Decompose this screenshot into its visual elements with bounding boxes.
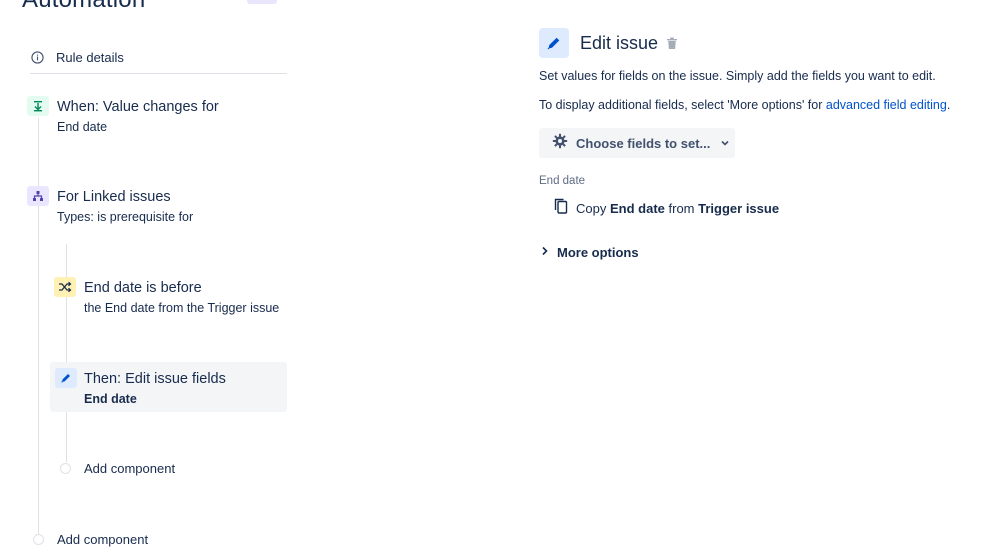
- arrow-to-bottom-icon: [27, 96, 49, 116]
- copy-icon: [554, 198, 568, 219]
- hierarchy-icon: [27, 186, 49, 206]
- add-component-inner-button[interactable]: Add component: [60, 461, 175, 476]
- trash-icon[interactable]: [666, 37, 678, 50]
- description-2-suffix: .: [946, 98, 951, 112]
- title-badge: [247, 0, 277, 4]
- from-word: from: [668, 201, 695, 216]
- copy-word: Copy: [576, 201, 607, 216]
- rule-details-item[interactable]: Rule details: [30, 42, 287, 74]
- shuffle-icon: [54, 277, 76, 297]
- editor-description-2: To display additional fields, select 'Mo…: [539, 98, 950, 112]
- more-options-toggle[interactable]: More options: [541, 243, 639, 261]
- trigger-title: When: Value changes for: [57, 99, 219, 115]
- branch-step[interactable]: For Linked issues Types: is prerequisite…: [27, 186, 287, 228]
- copy-field-name: End date: [609, 201, 665, 216]
- chevron-down-icon: [720, 138, 730, 148]
- condition-subtitle: the End date from the Trigger issue: [84, 301, 280, 315]
- gear-icon: [552, 133, 568, 154]
- action-step-selected[interactable]: Then: Edit issue fields End date: [50, 362, 287, 412]
- description-2-prefix: To display additional fields, select 'Mo…: [539, 98, 826, 112]
- action-subtitle: End date: [84, 392, 137, 406]
- field-copy-value[interactable]: Copy End date from Trigger issue: [554, 198, 779, 219]
- advanced-field-editing-link[interactable]: advanced field editing: [826, 98, 947, 112]
- condition-title: End date is before: [84, 280, 202, 296]
- page-title: Automation: [22, 0, 145, 14]
- editor-header: Edit issue: [539, 28, 678, 58]
- field-label-end-date: End date: [539, 175, 586, 187]
- copy-description: Copy End date from Trigger issue: [576, 201, 779, 216]
- choose-fields-label: Choose fields to set...: [576, 135, 711, 151]
- pencil-icon: [55, 368, 77, 388]
- add-component-dot-icon: [60, 463, 71, 474]
- chevron-right-icon: [541, 243, 549, 261]
- rule-details-label: Rule details: [56, 50, 124, 65]
- condition-step[interactable]: End date is before the End date from the…: [54, 277, 289, 319]
- add-component-dot-icon: [33, 534, 44, 545]
- editor-title: Edit issue: [580, 32, 659, 53]
- trigger-subtitle: End date: [57, 120, 108, 134]
- copy-source: Trigger issue: [698, 201, 780, 216]
- connector-line-outer: [38, 118, 39, 534]
- pencil-icon: [539, 28, 569, 58]
- trigger-step[interactable]: When: Value changes for End date: [27, 96, 287, 138]
- branch-subtitle: Types: is prerequisite for: [57, 210, 194, 224]
- editor-description-1: Set values for fields on the issue. Simp…: [539, 69, 936, 83]
- add-component-outer-button[interactable]: Add component: [33, 532, 148, 547]
- info-icon: [30, 51, 44, 65]
- more-options-label: More options: [557, 244, 639, 260]
- choose-fields-button[interactable]: Choose fields to set...: [539, 128, 735, 158]
- add-component-inner-label: Add component: [84, 461, 176, 476]
- action-title: Then: Edit issue fields: [84, 371, 226, 387]
- add-component-outer-label: Add component: [57, 532, 149, 547]
- branch-title: For Linked issues: [57, 189, 171, 205]
